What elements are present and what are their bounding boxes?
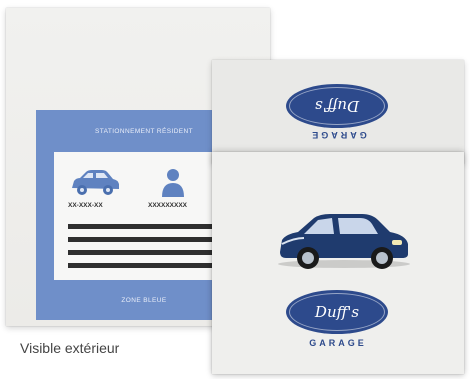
garage-label: GARAGE xyxy=(309,338,367,348)
duffs-logo: Duff's xyxy=(286,84,388,128)
resident-id: XXXXXXXXX xyxy=(148,202,188,209)
garage-card-back: Duff's GARAGE xyxy=(212,60,464,164)
car-icon xyxy=(72,170,119,195)
car-image xyxy=(278,214,410,269)
permit-info-box: XX-XXX-XX XXXXXXXXX xyxy=(54,152,238,280)
info-line xyxy=(68,263,218,268)
duffs-logo: Duff's xyxy=(286,290,388,334)
plate-number: XX-XXX-XX xyxy=(68,202,103,209)
person-icon xyxy=(162,169,184,197)
garage-card-front: Duff's GARAGE xyxy=(212,152,464,374)
garage-label: GARAGE xyxy=(309,130,367,140)
caption-visible-exterior: Visible extérieur xyxy=(20,340,120,356)
